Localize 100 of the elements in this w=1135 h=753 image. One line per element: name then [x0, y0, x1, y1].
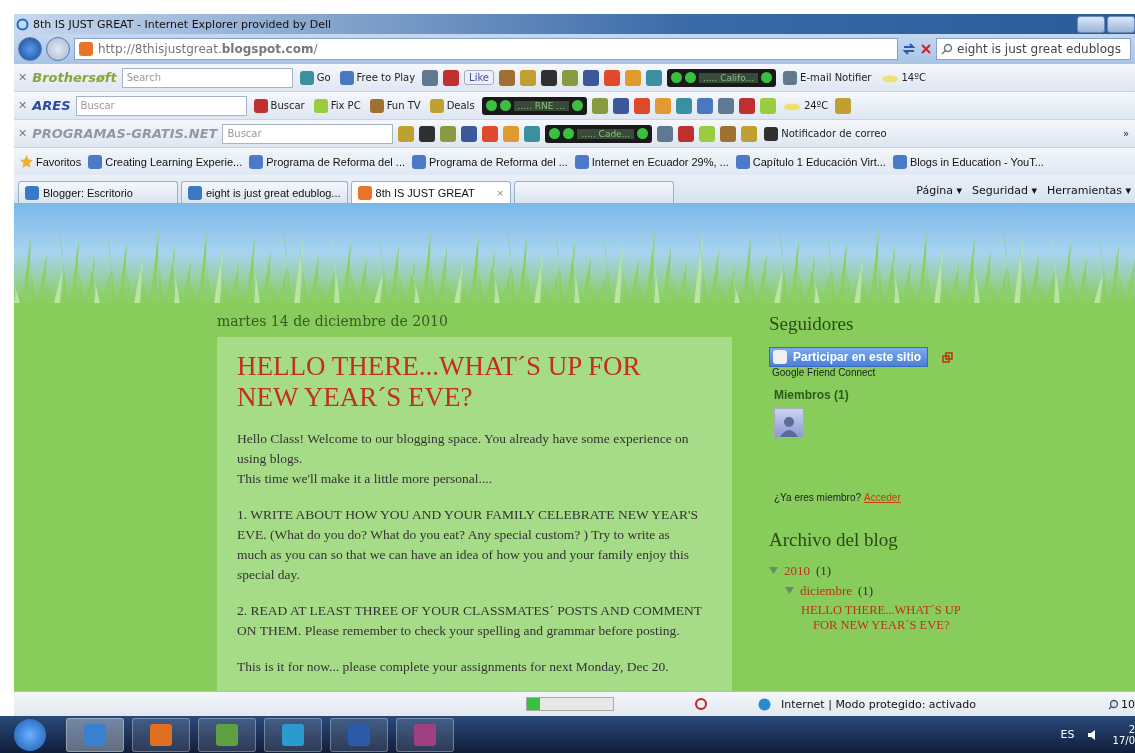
toolbar-logo: ARES: [32, 98, 71, 113]
taskbar-button[interactable]: [264, 717, 322, 752]
app-icon[interactable]: [583, 69, 599, 86]
back-button[interactable]: [18, 37, 42, 61]
avatar-silhouette: [774, 408, 804, 438]
command-menu[interactable]: Seguridad ▾: [972, 183, 1038, 197]
provider-label: Google Friend Connect: [772, 367, 877, 378]
toolbar-button[interactable]: Free to Play: [337, 70, 418, 85]
taskbar-button[interactable]: [396, 717, 454, 752]
popout-icon[interactable]: [942, 351, 954, 363]
toolbar-logo: Brothersøft: [32, 70, 117, 85]
magnifier-icon[interactable]: [1108, 698, 1119, 710]
more-button[interactable]: »: [1120, 128, 1131, 139]
radio-player[interactable]: ..... Cade...: [545, 124, 653, 143]
close-icon[interactable]: ✕: [18, 99, 28, 112]
app-icon: [253, 98, 268, 113]
post-text: This is it for now... please complete your assignments for next Monday, Dec 20.: [237, 658, 670, 676]
stop-icon[interactable]: [920, 43, 932, 55]
browser-icon: [16, 17, 29, 31]
command-menu[interactable]: Herramientas ▾: [1047, 183, 1131, 197]
google-icon: [773, 350, 787, 364]
app-icon: [764, 126, 779, 141]
refresh-icon[interactable]: [902, 42, 916, 56]
app-icon: [429, 98, 444, 113]
address-search-field[interactable]: eight is just great edublogs: [936, 38, 1131, 60]
toolbar-button[interactable]: E-mail Notifier: [781, 70, 874, 85]
close-icon[interactable]: ✕: [18, 127, 28, 140]
favorite-link[interactable]: Programa de Reforma del ...: [412, 154, 568, 169]
zoom-level[interactable]: 10: [1121, 697, 1135, 711]
radio-player[interactable]: ..... Califo...: [667, 68, 777, 87]
app-icon[interactable]: [419, 125, 436, 142]
page-icon: [188, 185, 202, 200]
command-menu[interactable]: Página ▾: [916, 183, 962, 197]
weather-button[interactable]: 24ºC: [780, 100, 831, 111]
toolbar-logo: PROGRAMAS-GRATIS.NET: [32, 126, 218, 141]
language-indicator[interactable]: ES: [1060, 728, 1075, 741]
search-icon: [941, 43, 953, 55]
section-heading: Seguidores: [769, 313, 855, 335]
post-date: martes 14 de diciembre de 2010: [217, 313, 449, 329]
app-icon: [339, 70, 354, 85]
section-heading: Archivo del blog: [769, 529, 899, 551]
new-tab-button[interactable]: [513, 181, 674, 203]
browser-tab[interactable]: 8th IS JUST GREAT ×: [350, 181, 511, 203]
maximize-button[interactable]: [1107, 15, 1135, 33]
app-icon: [783, 70, 798, 85]
page-icon: [892, 154, 907, 169]
favorite-link[interactable]: Internet en Ecuador 29%, ...: [574, 154, 729, 169]
toggle-icon[interactable]: [785, 586, 794, 595]
page-icon: [25, 185, 39, 200]
taskbar-button[interactable]: [132, 717, 190, 752]
app-icon[interactable]: [541, 69, 557, 86]
like-button[interactable]: Like: [464, 70, 494, 85]
app-icon: [299, 70, 314, 85]
blog-favicon: [79, 42, 93, 56]
clock[interactable]: 2 17/0: [1112, 723, 1135, 746]
app-icon: [313, 98, 328, 113]
taskbar-button[interactable]: [198, 717, 256, 752]
app-icon[interactable]: [612, 97, 629, 114]
favorite-link[interactable]: Capítulo 1 Educación Virt...: [735, 154, 886, 169]
toolbar-button[interactable]: Buscar: [251, 98, 307, 113]
toolbar-button[interactable]: Fun TV: [367, 98, 423, 113]
favorite-link[interactable]: Programa de Reforma del ...: [249, 154, 405, 169]
toolbar-button[interactable]: Fix PC: [311, 98, 363, 113]
toolbar-button[interactable]: Deals: [427, 98, 477, 113]
security-zone: Internet | Modo protegido: activado: [781, 697, 976, 711]
page-icon: [249, 154, 264, 169]
toggle-icon[interactable]: [769, 566, 778, 575]
taskbar-button[interactable]: [66, 717, 124, 752]
browser-tab[interactable]: Blogger: Escritorio: [18, 181, 178, 203]
app-icon[interactable]: [678, 125, 695, 142]
favorite-link[interactable]: Blogs in Education - YouT...: [892, 154, 1044, 169]
radio-player[interactable]: ..... RNE ...: [481, 96, 587, 115]
page-icon: [735, 154, 750, 169]
page-icon: [357, 185, 372, 200]
favorite-link[interactable]: Creating Learning Experie...: [88, 154, 243, 169]
app-icon: [369, 98, 384, 113]
tab-close-icon[interactable]: ×: [497, 186, 504, 199]
toolbar-button[interactable]: Go: [297, 70, 333, 85]
archive-count: (1): [858, 583, 874, 599]
start-button[interactable]: [14, 718, 46, 751]
window-title: 8th IS JUST GREAT - Internet Explorer provided by Dell: [33, 17, 332, 31]
favorites-button[interactable]: Favoritos: [20, 155, 82, 168]
post-text: Hello Class! Welcome to our blogging space. You already have some experience on using blogs.: [237, 430, 690, 468]
taskbar-button[interactable]: [330, 717, 388, 752]
post-text: 2. READ AT LEAST THREE OF YOUR CLASSMATES´ POSTS AND COMMENT ON THEM. Please remember to check your spelling and grammar before posting.: [237, 602, 702, 640]
app-icon[interactable]: [738, 97, 755, 114]
forward-button[interactable]: [46, 37, 70, 61]
address-field[interactable]: http://8thisjustgreat.blogspot.com/: [74, 38, 898, 60]
minimize-button[interactable]: [1077, 15, 1105, 33]
toolbar-button[interactable]: Notificador de correo: [762, 126, 889, 141]
globe-icon: [758, 697, 771, 711]
post-text: This time we'll make it a little more personal....: [237, 470, 494, 488]
post-text: 1. WRITE ABOUT HOW YOU AND YOUR FAMILY CELEBRATE NEW YEAR'S EVE. (What do you do? What do you eat? Any special custom? ) Try to write as much as you can so that we can have an idea of how you and your family enjoy this special day.: [237, 506, 699, 584]
blocked-icon[interactable]: [694, 697, 708, 711]
browser-tab[interactable]: eight is just great edublog...: [181, 181, 348, 203]
app-icon[interactable]: [461, 125, 478, 142]
close-icon[interactable]: ✕: [18, 71, 28, 84]
member-prompt: ¿Ya eres miembro?: [774, 492, 862, 503]
app-icon[interactable]: [443, 69, 460, 86]
weather-button[interactable]: 14ºC: [878, 72, 928, 83]
